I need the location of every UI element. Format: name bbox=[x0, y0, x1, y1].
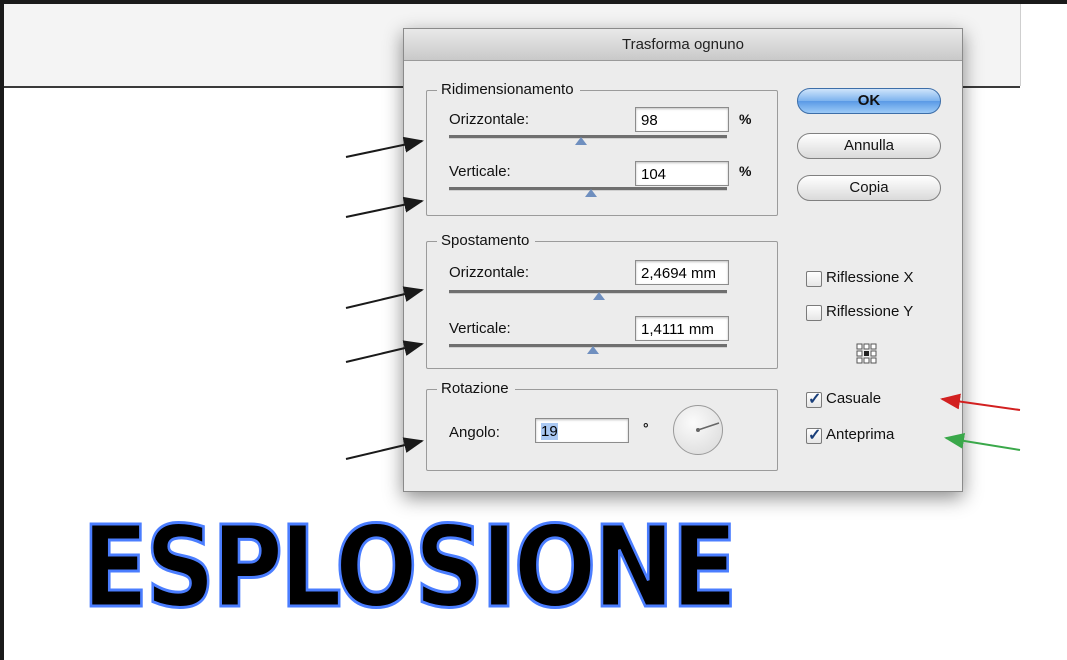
reflect-x-checkbox[interactable] bbox=[806, 271, 822, 287]
random-check-mark-icon: ✓ bbox=[808, 391, 822, 408]
preview-checkbox[interactable]: ✓ bbox=[806, 427, 822, 444]
move-vertical-label: Verticale: bbox=[449, 320, 511, 337]
move-horizontal-slider[interactable] bbox=[449, 290, 727, 294]
scale-horizontal-label: Orizzontale: bbox=[449, 111, 530, 128]
rotate-group: Rotazione Angolo: 19 ° bbox=[426, 379, 778, 471]
move-horizontal-slider-thumb[interactable] bbox=[593, 292, 605, 300]
reflect-y-label[interactable]: Riflessione Y bbox=[826, 303, 913, 320]
random-checkbox[interactable]: ✓ bbox=[806, 391, 822, 408]
angle-dial-icon[interactable] bbox=[673, 405, 723, 455]
scale-vertical-input[interactable]: 104 bbox=[635, 161, 729, 186]
cancel-button[interactable]: Annulla bbox=[797, 133, 941, 159]
random-label[interactable]: Casuale bbox=[826, 390, 881, 407]
reference-point-grid-icon[interactable] bbox=[856, 343, 878, 370]
rotate-angle-input[interactable]: 19 bbox=[535, 418, 629, 443]
move-horizontal-label: Orizzontale: bbox=[449, 264, 530, 281]
copy-button[interactable]: Copia bbox=[797, 175, 941, 201]
scale-horizontal-slider[interactable] bbox=[449, 135, 727, 139]
move-group: Spostamento Orizzontale: 2,4694 mm Verti… bbox=[426, 231, 778, 369]
move-vertical-slider-thumb[interactable] bbox=[587, 346, 599, 354]
ok-button[interactable]: OK bbox=[797, 88, 941, 114]
scale-vertical-unit: % bbox=[739, 163, 752, 179]
transform-each-dialog: Trasforma ognuno Ridimensionamento Orizz… bbox=[403, 28, 963, 492]
scale-horizontal-input[interactable]: 98 bbox=[635, 107, 729, 132]
move-group-label: Spostamento bbox=[437, 231, 536, 251]
move-vertical-input[interactable]: 1,4111 mm bbox=[635, 316, 729, 341]
reflect-y-checkbox[interactable] bbox=[806, 305, 822, 321]
frame-left-border bbox=[0, 0, 4, 660]
scale-horizontal-slider-thumb[interactable] bbox=[575, 137, 587, 145]
rotate-angle-value: 19 bbox=[541, 423, 558, 440]
scale-horizontal-unit: % bbox=[739, 111, 752, 127]
artwork-text[interactable]: ESPLOSIONE bbox=[81, 511, 865, 626]
angle-dial-pointer bbox=[696, 422, 720, 432]
scale-group-label: Ridimensionamento bbox=[437, 80, 580, 100]
dialog-title[interactable]: Trasforma ognuno bbox=[404, 29, 962, 61]
reference-point-grid-graphic bbox=[856, 343, 877, 364]
rotate-group-label: Rotazione bbox=[437, 379, 515, 399]
canvas-right-panel bbox=[1020, 4, 1067, 86]
preview-label[interactable]: Anteprima bbox=[826, 426, 894, 443]
scale-vertical-label: Verticale: bbox=[449, 163, 511, 180]
scale-group: Ridimensionamento Orizzontale: 98 % Vert… bbox=[426, 80, 778, 216]
rotate-angle-label: Angolo: bbox=[449, 424, 500, 441]
scale-vertical-slider-thumb[interactable] bbox=[585, 189, 597, 197]
move-horizontal-input[interactable]: 2,4694 mm bbox=[635, 260, 729, 285]
rotate-angle-unit: ° bbox=[643, 420, 649, 436]
reflect-x-label[interactable]: Riflessione X bbox=[826, 269, 914, 286]
preview-check-mark-icon: ✓ bbox=[808, 427, 822, 444]
